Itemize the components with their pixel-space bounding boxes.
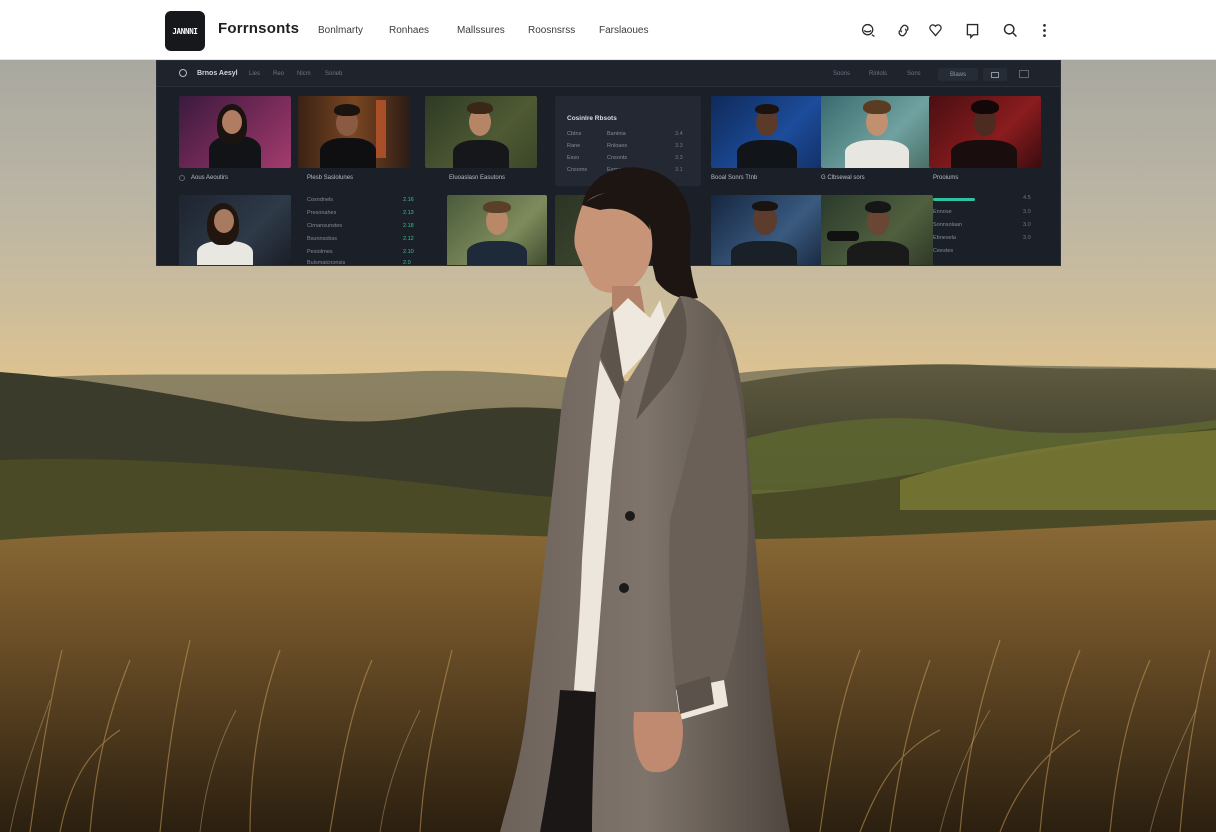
list-row-label: Presonahes (307, 210, 337, 216)
right-row-label: Ebnesela (933, 235, 956, 241)
stats-row-value: 3.1 (675, 167, 683, 173)
dashboard-grid-toggle[interactable] (983, 68, 1007, 81)
list-row-label: Cirnansunstes (307, 223, 343, 229)
video-tile-3[interactable] (425, 96, 537, 168)
tile-caption-2: Plesb Saslolunes (307, 175, 354, 181)
grid-icon (991, 71, 999, 78)
video-tile-5[interactable] (821, 96, 933, 168)
link-icon[interactable] (890, 17, 916, 43)
dashboard-logo-icon (179, 69, 187, 77)
video-tile-9[interactable] (555, 195, 615, 265)
list-row-label: Bulsmaicnonsis (307, 260, 346, 266)
dashboard-title: Brnos Aesyl (197, 70, 238, 77)
dashboard-link-1[interactable]: Lies (249, 71, 260, 77)
tile-caption-1: Aous Aeoutirs (191, 175, 229, 181)
list-row-label: Cosndnels (307, 197, 333, 203)
tile-caption-3: Eluoaslasn Easutons (449, 175, 506, 181)
right-row-value: 4.5 (1023, 195, 1031, 201)
list-row-value: 2.0 (403, 260, 411, 266)
right-row-label: Ceestes (933, 248, 954, 254)
more-icon[interactable] (1031, 17, 1057, 43)
video-tile-1[interactable] (179, 96, 291, 168)
list-row-value: 2.16 (403, 197, 414, 203)
list-row-value: 2.12 (403, 236, 414, 242)
dashboard-link-2[interactable]: Reo (273, 71, 284, 77)
stats-row-label: Cbtns (567, 131, 582, 137)
accent-progress-bar (933, 198, 975, 201)
tile-caption-6: Prooiums (933, 175, 959, 181)
list-row-value: 2.10 (403, 249, 414, 255)
top-navigation-bar: JANNNI Forrnsonts Bonlmarty Ronhaes Mall… (0, 0, 1216, 60)
stats-row-value: 3.3 (675, 143, 683, 149)
right-row-value: 3.0 (1023, 209, 1031, 215)
stats-panel-title: Cosinlre Rbsots (567, 115, 617, 122)
right-row-value: 3.0 (1023, 222, 1031, 228)
stats-row-label: Cnsoms (567, 167, 588, 173)
right-row-value: 3.0 (1023, 235, 1031, 241)
dashboard-filter-1[interactable]: Soons (833, 71, 850, 77)
dashboard-filter-3[interactable]: Sons (907, 71, 921, 77)
stats-panel: Cosinlre Rbsots Cbtns Bantnia 3.4 Rane R… (555, 96, 701, 186)
video-tile-6[interactable] (929, 96, 1041, 168)
stats-row-mid: Eamaonts (607, 167, 632, 173)
brand-name[interactable]: Forrnsonts (218, 20, 299, 37)
video-tile-10[interactable] (711, 195, 823, 265)
app-logo[interactable]: JANNNI (165, 11, 205, 51)
dashboard-link-4[interactable]: Soneb (325, 71, 342, 77)
list-row-label: Bsunnsobss (307, 236, 337, 242)
account-icon[interactable] (855, 17, 881, 43)
search-icon[interactable] (997, 17, 1023, 43)
stats-row-mid: Rnloaes (607, 143, 628, 149)
caption-dot-icon (179, 175, 185, 181)
dashboard-tab-active[interactable]: Blaws (938, 68, 978, 81)
right-row-label: Ennose (933, 209, 952, 215)
video-tile-2[interactable] (298, 96, 410, 168)
nav-link-4[interactable]: Roosnsrss (528, 25, 575, 36)
video-tile-11[interactable] (821, 195, 933, 265)
dashboard-screenshot: Brnos Aesyl Lies Reo Nlcm Soneb Soons Ri… (156, 60, 1061, 266)
tile-caption-4: Booal Sonrs Ttnb (711, 175, 758, 181)
list-row-value: 2.18 (403, 223, 414, 229)
list-row-value: 2.13 (403, 210, 414, 216)
stats-row-mid: Cnsonts (607, 155, 628, 161)
dashboard-tab-label: Blaws (949, 71, 966, 78)
bookmark-icon[interactable] (959, 17, 985, 43)
tile-caption-5: G Clbsewal sors (821, 175, 865, 181)
list-row-label: Pesiolrnes (307, 249, 333, 255)
stats-row-label: Esso (567, 155, 580, 161)
window-icon[interactable] (1019, 70, 1029, 78)
right-row-label: Sonnsolaan (933, 222, 963, 228)
stats-row-value: 3.3 (675, 155, 683, 161)
stats-row-value: 3.4 (675, 131, 683, 137)
stats-row-mid: Bantnia (607, 131, 626, 137)
video-tile-7[interactable] (179, 195, 291, 265)
video-tile-4[interactable] (711, 96, 823, 168)
nav-link-3[interactable]: Mallssures (457, 25, 505, 36)
dashboard-toolbar: Brnos Aesyl Lies Reo Nlcm Soneb Soons Ri… (157, 61, 1060, 87)
nav-link-5[interactable]: Farslaoues (599, 25, 648, 36)
stats-row-label: Rane (567, 143, 581, 149)
nav-link-2[interactable]: Ronhaes (389, 25, 429, 36)
dashboard-link-3[interactable]: Nlcm (297, 71, 311, 77)
dashboard-filter-2[interactable]: Rinlols (869, 71, 887, 77)
heart-icon[interactable] (922, 17, 948, 43)
nav-link-1[interactable]: Bonlmarty (318, 25, 363, 36)
video-tile-8[interactable] (447, 195, 547, 265)
